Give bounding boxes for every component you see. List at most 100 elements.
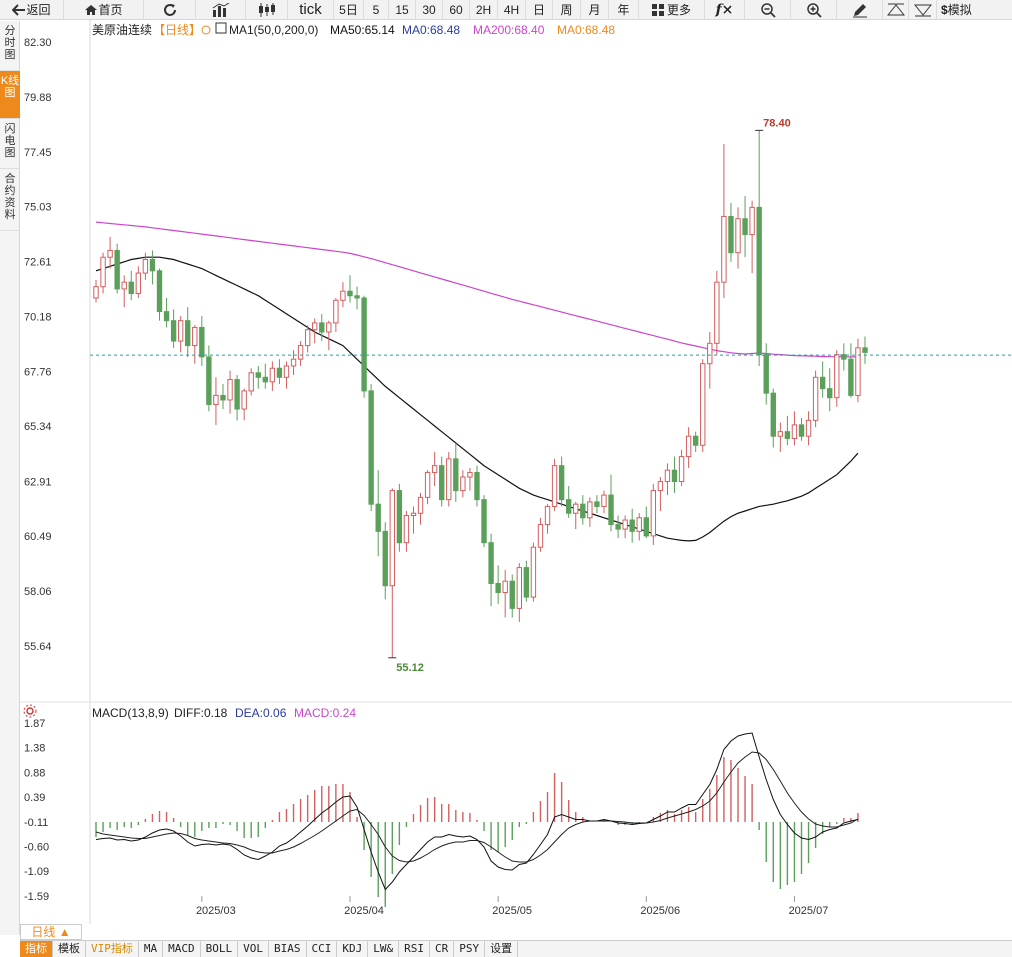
zoom-in-icon xyxy=(806,2,822,18)
tab-timeshare[interactable]: 分时图 xyxy=(0,21,20,71)
tab-bias[interactable]: BIAS xyxy=(269,941,307,957)
candle-body xyxy=(312,322,318,331)
candle-body xyxy=(636,517,642,532)
tab-vip-indicator[interactable]: VIP指标 xyxy=(86,941,139,957)
tab-psy[interactable]: PSY xyxy=(454,941,486,957)
tab-boll[interactable]: BOLL xyxy=(201,941,239,957)
tab-flash[interactable]: 闪电图 xyxy=(0,119,20,169)
period-day-button[interactable]: 日 xyxy=(526,0,553,20)
tab-ma[interactable]: MA xyxy=(139,941,164,957)
chart-area[interactable]: 82.30 79.88 77.45 75.03 72.61 70.18 67.76 65.34… xyxy=(20,20,1012,924)
candle-body xyxy=(735,218,741,254)
candle-body xyxy=(192,326,198,347)
draw-button[interactable] xyxy=(837,0,883,20)
candle-body xyxy=(523,567,530,598)
candle-body xyxy=(248,372,254,392)
candle-body xyxy=(629,519,635,532)
candle xyxy=(375,470,381,557)
period-select-button[interactable]: 日线 ▲ xyxy=(20,924,82,940)
tab-cci[interactable]: CCI xyxy=(307,941,338,957)
more-button[interactable]: 更多 xyxy=(639,0,705,20)
candle xyxy=(276,359,283,385)
candle xyxy=(269,361,276,391)
tab-template[interactable]: 模板 xyxy=(53,941,86,957)
price-tick-label: 58.06 xyxy=(24,586,52,598)
candle xyxy=(424,470,431,505)
settings-dot-icon[interactable] xyxy=(201,25,211,35)
period-30min-button[interactable]: 30 xyxy=(416,0,443,20)
candle-body xyxy=(558,465,565,501)
period-15min-button[interactable]: 15 xyxy=(389,0,416,20)
tab-settings[interactable]: 设置 xyxy=(485,941,519,957)
scroll-up-button[interactable] xyxy=(883,0,909,20)
price-tick-label: 62.91 xyxy=(24,476,52,488)
period-year-button[interactable]: 年 xyxy=(609,0,639,20)
indicator-toggle-icon[interactable] xyxy=(215,22,227,34)
candle-body xyxy=(481,499,487,544)
candle-body xyxy=(297,345,304,360)
candle xyxy=(121,275,127,308)
candle-body xyxy=(664,469,671,483)
back-button[interactable]: 返回 xyxy=(0,0,64,20)
candle-body xyxy=(460,476,466,492)
macd-settings-icon[interactable] xyxy=(23,704,37,718)
candle-body xyxy=(594,501,600,507)
candle-body xyxy=(206,356,212,405)
simulate-button[interactable]: $ 模拟 xyxy=(937,0,977,20)
price-tick-label: 60.49 xyxy=(24,531,52,543)
candle-body xyxy=(149,258,156,272)
candle-body xyxy=(714,281,720,344)
chart-type-button[interactable] xyxy=(196,0,246,20)
macd-dea-line xyxy=(95,751,859,863)
candle xyxy=(333,298,339,332)
candle-button[interactable] xyxy=(246,0,288,20)
candle-body xyxy=(431,465,438,473)
candle-body xyxy=(770,392,776,437)
candle-body xyxy=(417,496,424,514)
zoom-in-button[interactable] xyxy=(791,0,837,20)
period-4h-button[interactable]: 4H xyxy=(498,0,526,20)
date-axis: 2025/03 2025/04 2025/05 2025/06 2025/07 xyxy=(196,896,828,917)
macd-diff: DIFF:0.18 xyxy=(174,706,228,720)
refresh-button[interactable] xyxy=(144,0,196,20)
tab-kline[interactable]: K线图 xyxy=(0,71,20,119)
candle xyxy=(185,307,191,357)
tab-rsi[interactable]: RSI xyxy=(399,941,430,957)
tick-button[interactable]: tick xyxy=(288,0,334,20)
candle-body xyxy=(834,354,840,399)
zoom-out-button[interactable] xyxy=(745,0,791,20)
candle xyxy=(798,418,805,441)
home-label: 首页 xyxy=(98,3,123,17)
tab-kdj[interactable]: KDJ xyxy=(337,941,369,957)
period-5day-button[interactable]: 5日 xyxy=(334,0,364,20)
tab-indicator[interactable]: 指标 xyxy=(20,941,53,957)
candle-body xyxy=(784,431,791,439)
period-60min-button[interactable]: 60 xyxy=(443,0,470,20)
tab-lw[interactable]: LW& xyxy=(368,941,400,957)
period-week-button[interactable]: 周 xyxy=(553,0,581,20)
candle xyxy=(347,275,353,303)
tab-macd[interactable]: MACD xyxy=(163,941,201,957)
scroll-down-button[interactable] xyxy=(909,0,937,20)
tab-cr[interactable]: CR xyxy=(430,941,455,957)
tab-vol[interactable]: VOL xyxy=(238,941,269,957)
candle xyxy=(749,200,755,274)
period-5min-button[interactable]: 5 xyxy=(364,0,389,20)
macd-tick-label: -1.59 xyxy=(24,891,49,903)
formula-button[interactable]: f× xyxy=(705,0,745,20)
home-button[interactable]: 首页 xyxy=(64,0,144,20)
period-month-button[interactable]: 月 xyxy=(581,0,609,20)
candle xyxy=(128,270,134,301)
tab-contract-info[interactable]: 合约资料 xyxy=(0,169,20,231)
candle xyxy=(283,361,290,389)
macd-panel: MACD(13,8,9) DIFF:0.18 DEA:0.06 MACD:0.2… xyxy=(23,704,859,907)
candle-body xyxy=(707,342,713,365)
candle-body xyxy=(777,431,784,437)
candle xyxy=(163,298,170,328)
candle-body xyxy=(742,218,748,236)
period-2h-button[interactable]: 2H xyxy=(470,0,498,20)
tab-contract-info-label: 合约资料 xyxy=(4,173,16,221)
candle-body xyxy=(361,297,367,392)
candle-body xyxy=(495,582,501,594)
candle-body xyxy=(671,469,678,483)
